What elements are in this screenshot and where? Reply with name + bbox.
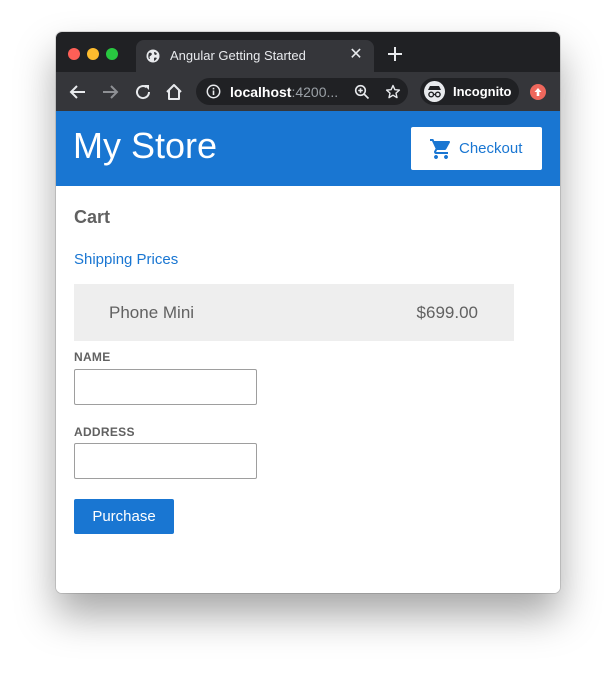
home-icon[interactable]: [164, 82, 184, 102]
app-header: My Store Checkout: [56, 111, 560, 186]
name-field[interactable]: [74, 369, 257, 405]
address-label: ADDRESS: [74, 425, 135, 439]
incognito-label: Incognito: [453, 84, 512, 99]
cart-item: Phone Mini $699.00: [74, 284, 514, 341]
incognito-profile-button[interactable]: Incognito: [420, 78, 519, 105]
address-field[interactable]: [74, 443, 257, 479]
browser-window: Angular Getting Started ✕ localhost:4200…: [56, 32, 560, 593]
shipping-prices-link[interactable]: Shipping Prices: [74, 251, 178, 268]
globe-icon: [146, 49, 160, 63]
url-port: :4200...: [291, 84, 339, 100]
back-arrow-icon[interactable]: [68, 82, 88, 102]
tab-title: Angular Getting Started: [170, 48, 306, 63]
incognito-icon: [424, 81, 445, 102]
reload-icon[interactable]: [133, 82, 153, 102]
purchase-button[interactable]: Purchase: [74, 499, 174, 534]
page-content: My Store Checkout Cart Shipping Prices P…: [56, 111, 560, 593]
zoom-icon[interactable]: [354, 84, 370, 100]
cart-heading: Cart: [74, 207, 111, 227]
shopping-cart-icon: [430, 139, 451, 159]
tab-strip: Angular Getting Started ✕: [56, 32, 560, 72]
store-title-link[interactable]: My Store: [73, 125, 217, 167]
browser-tab[interactable]: Angular Getting Started ✕: [136, 40, 374, 72]
browser-toolbar: localhost:4200... Incognito: [56, 72, 560, 111]
update-icon[interactable]: [530, 84, 546, 100]
url-host: localhost: [230, 84, 292, 100]
close-tab-icon[interactable]: ✕: [348, 47, 364, 63]
cart-item-price: $699.00: [416, 303, 478, 322]
name-label: NAME: [74, 350, 111, 364]
maximize-window-button[interactable]: [106, 48, 118, 60]
address-url: localhost:4200...: [230, 84, 338, 100]
bookmark-star-icon[interactable]: [385, 84, 401, 100]
checkout-button[interactable]: Checkout: [411, 127, 542, 170]
info-icon[interactable]: [206, 84, 221, 99]
forward-arrow-icon[interactable]: [100, 82, 120, 102]
checkout-label: Checkout: [459, 140, 523, 157]
cart-item-name: Phone Mini: [109, 303, 195, 322]
new-tab-icon[interactable]: [386, 45, 404, 63]
minimize-window-button[interactable]: [87, 48, 99, 60]
address-bar[interactable]: localhost:4200...: [196, 78, 408, 105]
close-window-button[interactable]: [68, 48, 80, 60]
